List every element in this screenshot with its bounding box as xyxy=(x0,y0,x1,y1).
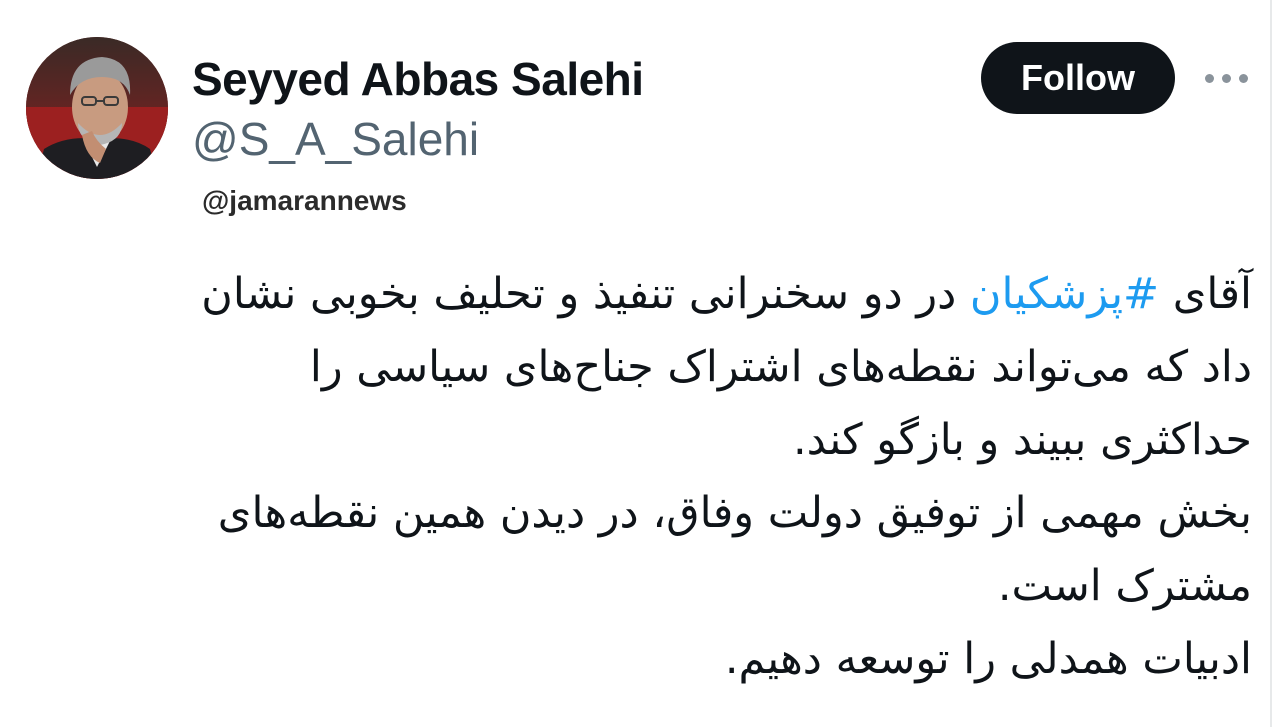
more-options-icon[interactable] xyxy=(1198,58,1254,98)
more-dot xyxy=(1221,73,1231,83)
avatar[interactable] xyxy=(26,37,168,179)
tweet-line: مشترک است. xyxy=(997,561,1252,611)
divider xyxy=(1270,0,1272,727)
more-dot xyxy=(1204,73,1214,83)
author-display-name[interactable]: Seyyed Abbas Salehi xyxy=(192,51,644,107)
avatar-photo xyxy=(26,37,168,179)
tweet-text-segment: در دو سخنرانی تنفیذ و تحلیف بخوبی نشان xyxy=(201,269,970,319)
tweet-line: ادبیات همدلی را توسعه دهیم. xyxy=(724,634,1252,684)
watermark: @jamarannews xyxy=(202,185,407,216)
hashtag-link[interactable]: #پزشکیان xyxy=(970,269,1159,319)
tweet-text: آقای #پزشکیان در دو سخنرانی تنفیذ و تحلی… xyxy=(60,258,1252,696)
tweet-line: حداکثری ببیند و بازگو کند. xyxy=(792,415,1252,465)
tweet-line: آقای #پزشکیان در دو سخنرانی تنفیذ و تحلی… xyxy=(60,258,1252,331)
author-handle[interactable]: @S_A_Salehi xyxy=(192,111,479,167)
more-dot xyxy=(1238,73,1248,83)
tweet-text-segment: آقای xyxy=(1159,269,1252,319)
tweet-line: بخش مهمی از توفیق دولت وفاق، در دیدن همی… xyxy=(217,488,1252,538)
tweet-line: داد که می‌تواند نقطه‌های اشتراک جناح‌های… xyxy=(309,342,1252,392)
follow-button[interactable]: Follow xyxy=(981,42,1175,114)
